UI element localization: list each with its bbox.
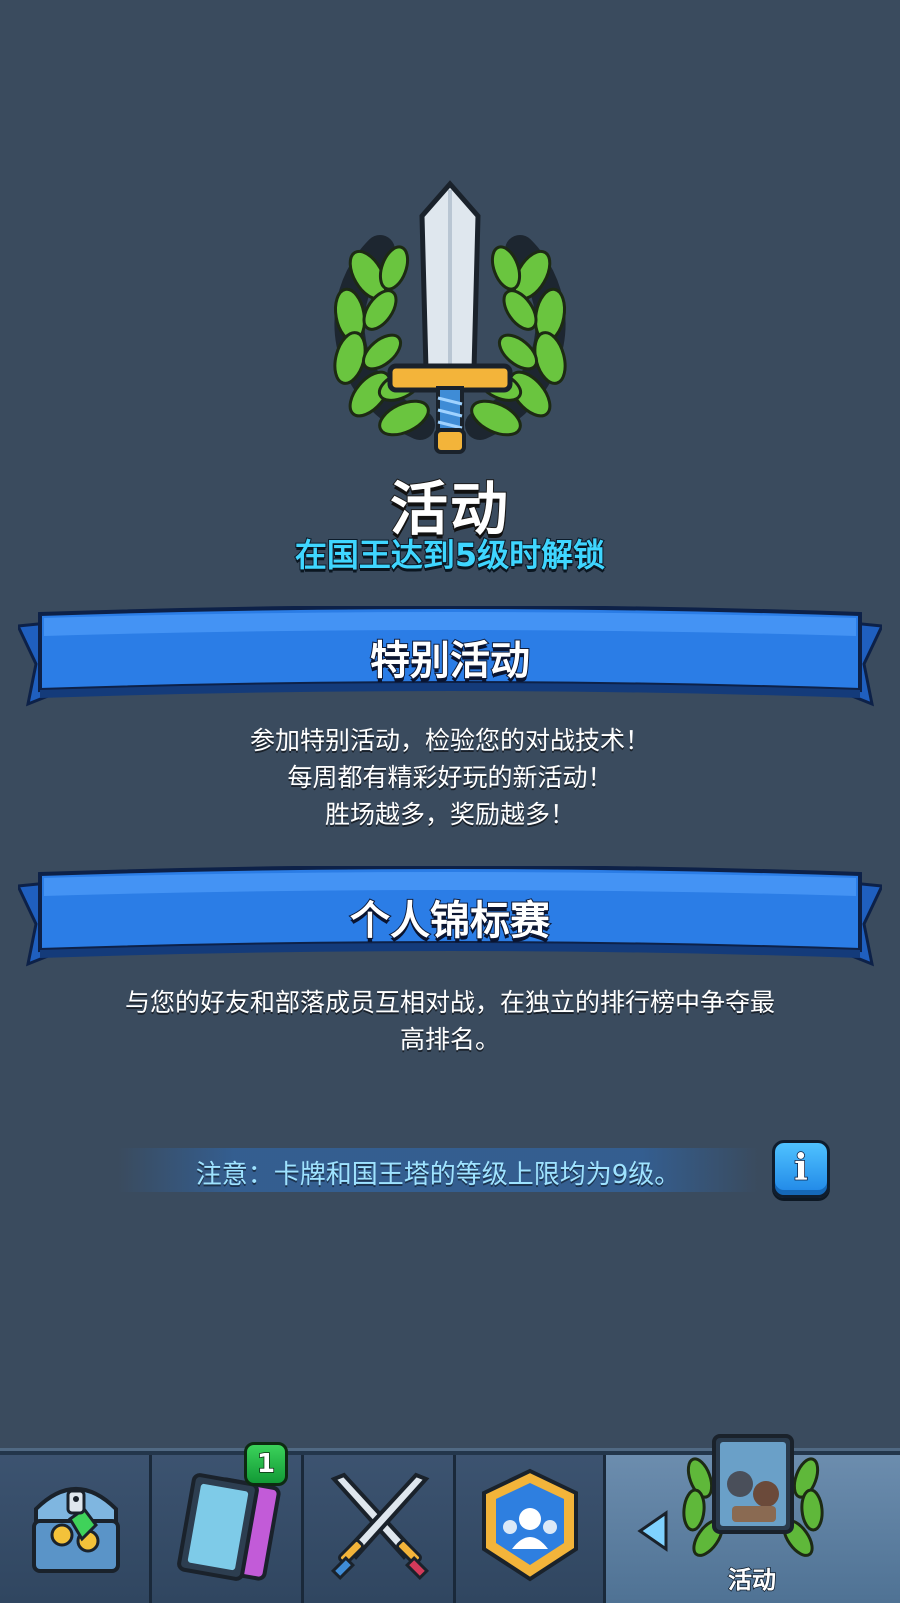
chevron-left-icon [637, 1510, 668, 1552]
tab-clan[interactable] [456, 1455, 606, 1603]
sword-laurel-icon [320, 180, 580, 460]
info-button[interactable]: i [772, 1140, 830, 1198]
section-title: 个人锦标赛 [349, 897, 551, 945]
note-text: 注意：卡牌和国王塔的等级上限均为9级。 [195, 1160, 681, 1190]
special-events-description: 参加特别活动，检验您的对战技术！ 每周都有精彩好玩的新活动！ 胜场越多，奖励越多… [60, 722, 840, 833]
description-line: 每周都有精彩好玩的新活动！ [287, 763, 613, 792]
level-cap-note: 注意：卡牌和国王塔的等级上限均为9级。 [118, 1148, 758, 1192]
description-line: 高排名。 [399, 1025, 500, 1054]
description-line: 胜场越多，奖励越多！ [324, 800, 575, 829]
description-line: 与您的好友和部落成员互相对战，在独立的排行榜中争夺最 [124, 988, 775, 1017]
tab-shop[interactable] [0, 1455, 152, 1603]
cards-notification-badge: 1 [244, 1442, 288, 1486]
clan-shield-icon [482, 1468, 578, 1582]
section-title: 特别活动 [369, 637, 531, 685]
treasure-chest-icon [32, 1487, 120, 1573]
crossed-swords-icon [330, 1472, 430, 1581]
tab-events-label: 活动 [727, 1565, 777, 1595]
events-screen: 活动 在国王达到5级时解锁 特别活动 参加特别活动，检验您的对战技术！ 每周都有… [0, 0, 900, 1603]
events-laurel-icon [682, 1434, 824, 1557]
description-line: 参加特别活动，检验您的对战技术！ [249, 726, 650, 755]
tab-battle[interactable] [304, 1455, 456, 1603]
special-events-banner: 特别活动 [18, 606, 882, 718]
tournament-description: 与您的好友和部落成员互相对战，在独立的排行榜中争夺最 高排名。 [60, 984, 840, 1058]
tournament-banner: 个人锦标赛 [18, 866, 882, 978]
info-icon: i [793, 1146, 808, 1190]
unlock-requirement: 在国王达到5级时解锁 [294, 535, 606, 575]
